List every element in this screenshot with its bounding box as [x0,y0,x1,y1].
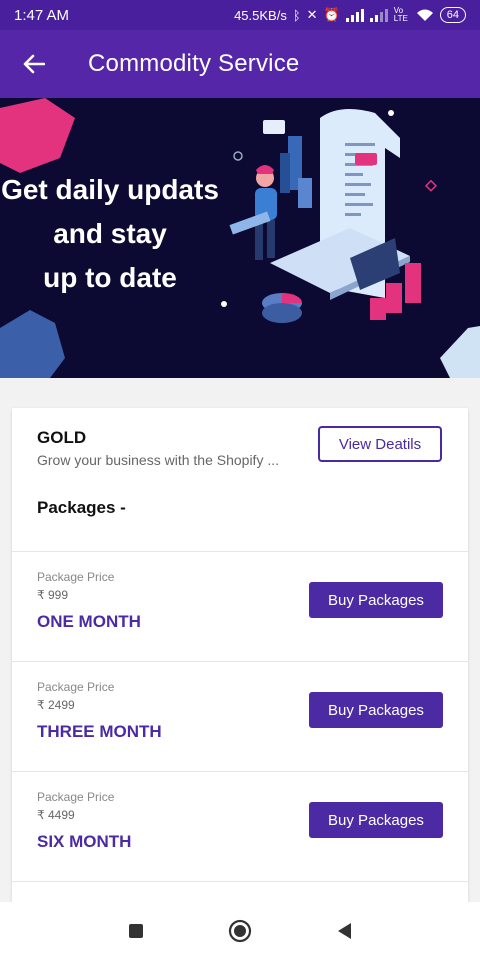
package-price: ₹ 2499 [37,698,75,712]
buy-packages-button[interactable]: Buy Packages [309,692,443,728]
arrow-left-icon [23,54,45,74]
volte-icon: Vo LTE [393,6,408,23]
network-speed: 45.5KB/s [234,7,287,23]
view-details-button[interactable]: View Deatils [318,426,442,462]
service-description: Grow your business with the Shopify ... [37,452,279,468]
banner-line: and stay [53,218,167,249]
banner-line: Get daily updats [1,174,219,205]
package-duration: THREE MONTH [37,722,162,741]
page-title: Commodity Service [88,50,300,77]
package-price: ₹ 999 [37,588,68,602]
package-price-label: Package Price [37,570,115,584]
recents-button[interactable] [124,919,148,943]
app-bar: Commodity Service [0,30,480,98]
status-icons: 45.5KB/s ᛒ ✕ ⏰ Vo LTE 64 [234,7,466,23]
package-price: ₹ 4499 [37,808,75,822]
nav-back-button[interactable] [332,919,356,943]
service-title: GOLD [37,428,87,447]
circle-icon [228,919,252,943]
banner-illustration [229,109,421,323]
notifications-off-icon: ✕ [306,7,318,22]
back-button[interactable] [14,44,54,84]
packages-heading: Packages - [37,498,126,517]
triangle-back-icon [338,923,351,939]
square-icon [129,924,143,938]
package-row: Package Price ₹ 2499 THREE MONTH Buy Pac… [12,661,468,771]
package-duration: SIX MONTH [37,832,132,851]
status-time: 1:47 AM [14,6,70,24]
status-bar: 1:47 AM 45.5KB/s ᛒ ✕ ⏰ Vo LTE 64 [0,0,480,30]
banner-text: Get daily updats and stay up to date [0,168,220,300]
package-duration: ONE MONTH [37,612,141,631]
promo-banner: Get daily updats and stay up to date [0,98,480,378]
buy-packages-button[interactable]: Buy Packages [309,802,443,838]
system-nav-bar [0,902,480,960]
signal-2-icon [369,8,388,22]
package-price-label: Package Price [37,680,115,694]
service-card: GOLD Grow your business with the Shopify… [12,408,468,908]
package-row: Package Price ₹ 4499 SIX MONTH Buy Packa… [12,771,468,881]
bluetooth-icon: ᛒ [292,7,301,23]
wifi-icon [416,9,433,21]
home-button[interactable] [228,919,252,943]
battery-icon: 64 [439,7,466,23]
buy-packages-button[interactable]: Buy Packages [309,582,443,618]
package-price-label: Package Price [37,790,115,804]
alarm-icon: ⏰ [323,7,340,22]
package-row: Package Price ₹ 999 ONE MONTH Buy Packag… [12,551,468,661]
signal-icon [345,8,364,22]
banner-line: up to date [43,262,177,293]
